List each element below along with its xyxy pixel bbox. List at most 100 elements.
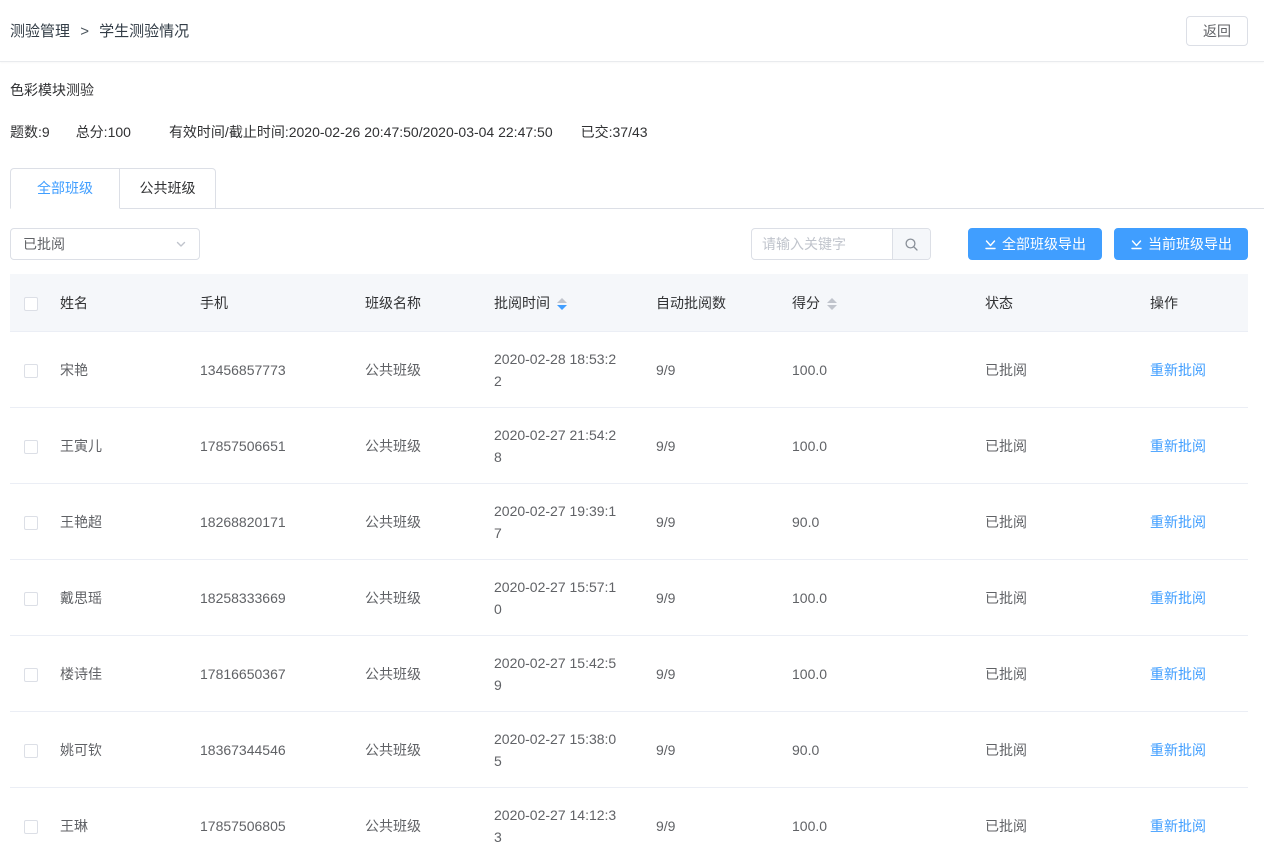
row-checkbox[interactable] — [24, 364, 38, 378]
column-header-phone: 手机 — [200, 293, 365, 313]
row-checkbox[interactable] — [24, 440, 38, 454]
cell-status: 已批阅 — [985, 588, 1150, 608]
cell-action: 重新批阅 — [1150, 588, 1248, 608]
review-time-text: 2020-02-28 18:53:22 — [494, 348, 622, 392]
cell-action: 重新批阅 — [1150, 512, 1248, 532]
download-icon — [1130, 238, 1143, 251]
row-checkbox[interactable] — [24, 820, 38, 834]
sort-carets-review-time[interactable] — [557, 298, 567, 310]
table-row: 王琳 17857506805 公共班级 2020-02-27 14:12:33 … — [10, 788, 1248, 852]
row-checkbox-cell — [10, 361, 60, 377]
rereview-link[interactable]: 重新批阅 — [1150, 438, 1206, 454]
rereview-link[interactable]: 重新批阅 — [1150, 590, 1206, 606]
cell-action: 重新批阅 — [1150, 664, 1248, 684]
rereview-link[interactable]: 重新批阅 — [1150, 742, 1206, 758]
cell-class: 公共班级 — [365, 740, 494, 760]
cell-review-time: 2020-02-28 18:53:22 — [494, 348, 656, 392]
cell-auto-reviewed: 9/9 — [656, 818, 792, 834]
back-button[interactable]: 返回 — [1186, 16, 1248, 46]
review-time-text: 2020-02-27 15:42:59 — [494, 652, 622, 696]
rereview-link[interactable]: 重新批阅 — [1150, 818, 1206, 834]
column-header-score-label: 得分 — [792, 295, 820, 311]
cell-name: 宋艳 — [60, 360, 200, 380]
rereview-link[interactable]: 重新批阅 — [1150, 514, 1206, 530]
cell-review-time: 2020-02-27 21:54:28 — [494, 424, 656, 468]
table-row: 戴思瑶 18258333669 公共班级 2020-02-27 15:57:10… — [10, 560, 1248, 636]
export-current-label: 当前班级导出 — [1148, 234, 1232, 254]
cell-status: 已批阅 — [985, 816, 1150, 836]
row-checkbox-cell — [10, 589, 60, 605]
toolbar: 已批阅 全部班级导出 当前班级导出 — [10, 228, 1248, 260]
review-time-text: 2020-02-27 15:38:05 — [494, 728, 622, 772]
row-checkbox[interactable] — [24, 744, 38, 758]
meta-total-score: 总分:100 — [76, 122, 131, 142]
cell-phone: 18367344546 — [200, 742, 365, 758]
cell-phone: 17857506805 — [200, 818, 365, 834]
cell-score: 90.0 — [792, 514, 985, 530]
cell-status: 已批阅 — [985, 740, 1150, 760]
cell-action: 重新批阅 — [1150, 360, 1248, 380]
row-checkbox[interactable] — [24, 668, 38, 682]
cell-name: 姚可钦 — [60, 740, 200, 760]
tab-public-class[interactable]: 公共班级 — [120, 168, 216, 209]
export-current-button[interactable]: 当前班级导出 — [1114, 228, 1248, 260]
rereview-link[interactable]: 重新批阅 — [1150, 362, 1206, 378]
column-header-score[interactable]: 得分 — [792, 293, 985, 313]
table-body: 宋艳 13456857773 公共班级 2020-02-28 18:53:22 … — [10, 332, 1248, 852]
cell-status: 已批阅 — [985, 436, 1150, 456]
rereview-link[interactable]: 重新批阅 — [1150, 666, 1206, 682]
chevron-down-icon — [175, 238, 187, 250]
cell-auto-reviewed: 9/9 — [656, 666, 792, 682]
column-header-action: 操作 — [1150, 293, 1248, 313]
cell-action: 重新批阅 — [1150, 740, 1248, 760]
search-button[interactable] — [892, 229, 930, 259]
search-input[interactable] — [752, 229, 892, 259]
sort-carets-score[interactable] — [827, 298, 837, 310]
column-header-class: 班级名称 — [365, 293, 494, 313]
cell-auto-reviewed: 9/9 — [656, 362, 792, 378]
cell-class: 公共班级 — [365, 816, 494, 836]
row-checkbox-cell — [10, 665, 60, 681]
row-checkbox-cell — [10, 817, 60, 833]
students-table: 姓名 手机 班级名称 批阅时间 自动批阅数 得分 状态 操作 宋艳 134568… — [10, 274, 1248, 852]
table-header-row: 姓名 手机 班级名称 批阅时间 自动批阅数 得分 状态 操作 — [10, 274, 1248, 332]
cell-status: 已批阅 — [985, 512, 1150, 532]
cell-review-time: 2020-02-27 15:38:05 — [494, 728, 656, 772]
topbar: 测验管理 > 学生测验情况 返回 — [0, 0, 1264, 62]
breadcrumb-parent[interactable]: 测验管理 — [10, 23, 70, 40]
cell-status: 已批阅 — [985, 664, 1150, 684]
review-time-text: 2020-02-27 14:12:33 — [494, 804, 622, 848]
row-checkbox[interactable] — [24, 592, 38, 606]
status-filter-select[interactable]: 已批阅 — [10, 228, 200, 260]
cell-class: 公共班级 — [365, 360, 494, 380]
cell-name: 王寅儿 — [60, 436, 200, 456]
cell-name: 戴思瑶 — [60, 588, 200, 608]
cell-name: 楼诗佳 — [60, 664, 200, 684]
cell-class: 公共班级 — [365, 588, 494, 608]
cell-name: 王艳超 — [60, 512, 200, 532]
column-header-name: 姓名 — [60, 293, 200, 313]
row-checkbox[interactable] — [24, 516, 38, 530]
search-icon — [904, 237, 919, 252]
header-checkbox-cell — [10, 294, 60, 310]
table-row: 王艳超 18268820171 公共班级 2020-02-27 19:39:17… — [10, 484, 1248, 560]
breadcrumb: 测验管理 > 学生测验情况 — [10, 20, 189, 41]
select-all-checkbox[interactable] — [24, 297, 38, 311]
review-time-text: 2020-02-27 21:54:28 — [494, 424, 622, 468]
cell-score: 100.0 — [792, 362, 985, 378]
column-header-review-time[interactable]: 批阅时间 — [494, 293, 656, 313]
row-checkbox-cell — [10, 741, 60, 757]
cell-class: 公共班级 — [365, 436, 494, 456]
tab-all-classes[interactable]: 全部班级 — [10, 168, 120, 209]
export-all-label: 全部班级导出 — [1002, 234, 1086, 254]
review-time-text: 2020-02-27 15:57:10 — [494, 576, 622, 620]
cell-auto-reviewed: 9/9 — [656, 590, 792, 606]
download-icon — [984, 238, 997, 251]
cell-class: 公共班级 — [365, 664, 494, 684]
review-time-text: 2020-02-27 19:39:17 — [494, 500, 622, 544]
cell-phone: 13456857773 — [200, 362, 365, 378]
cell-auto-reviewed: 9/9 — [656, 514, 792, 530]
export-all-button[interactable]: 全部班级导出 — [968, 228, 1102, 260]
column-header-status: 状态 — [985, 293, 1150, 313]
cell-action: 重新批阅 — [1150, 436, 1248, 456]
